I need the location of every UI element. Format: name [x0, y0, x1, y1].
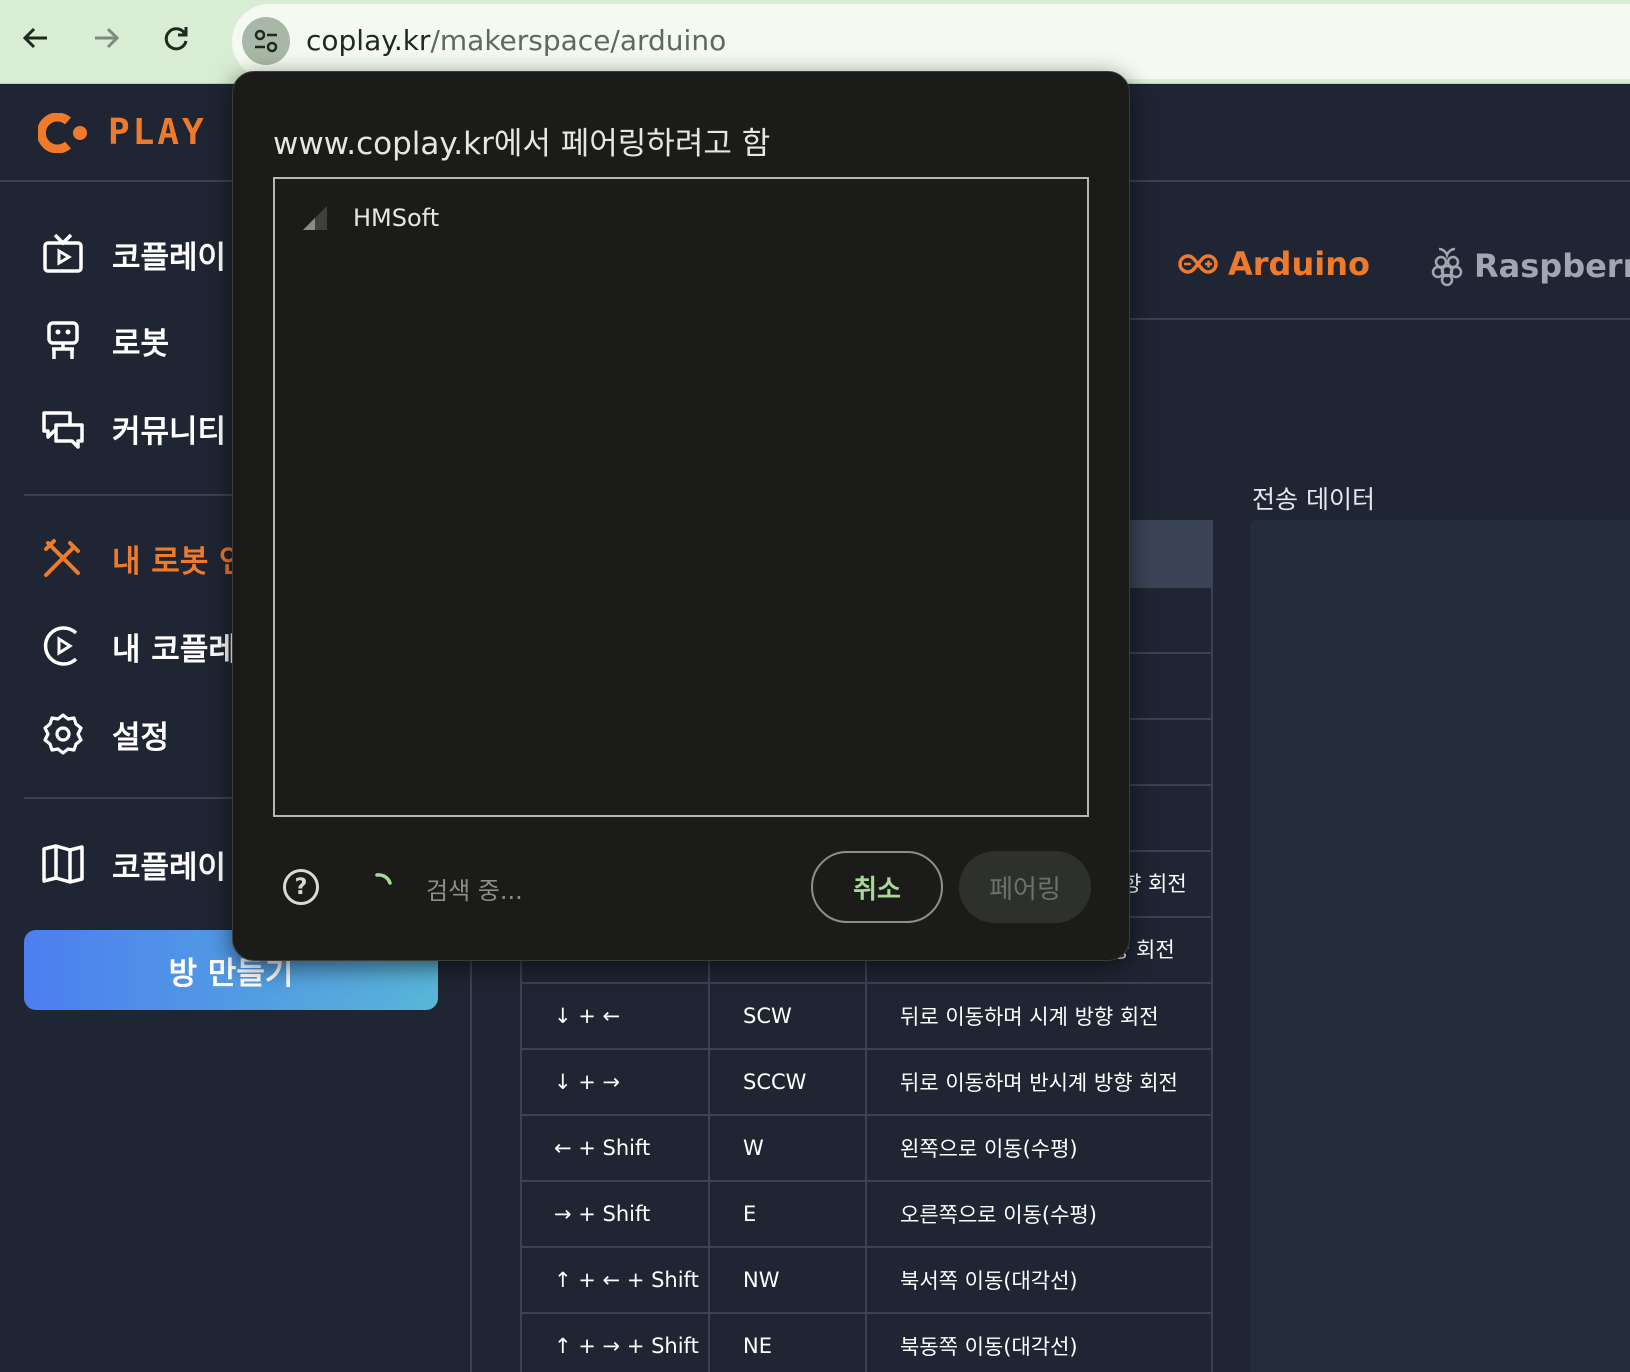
table-row: [1128, 718, 1213, 784]
table-cell-key: ↑ + → + Shift: [554, 1334, 699, 1358]
table-cell-desc: 북동쪽 이동(대각선): [900, 1335, 1078, 1359]
dialog-title: www.coplay.kr에서 페어링하려고 함: [273, 126, 771, 162]
tab-label: Arduino: [1228, 245, 1370, 283]
table-cell-code: NE: [743, 1334, 772, 1358]
tab-label: Raspberry: [1474, 247, 1630, 285]
back-button[interactable]: [12, 14, 60, 62]
table-cell-desc: 향 회전: [1122, 872, 1187, 896]
tv-icon: [43, 233, 83, 273]
table-row: ↑ + ← + Shift NW 북서쪽 이동(대각선): [520, 1246, 1213, 1312]
forward-button[interactable]: [82, 14, 130, 62]
sidebar-item-label: 로봇: [112, 325, 170, 362]
sidebar-item-robot[interactable]: 로봇: [40, 310, 169, 370]
table-row: [1128, 784, 1213, 850]
sidebar-item-label: 코플레이: [112, 849, 227, 886]
device-list[interactable]: HMSoft: [273, 177, 1089, 817]
url-host: coplay.kr: [306, 24, 431, 57]
url-text[interactable]: coplay.kr/makerspace/arduino: [306, 24, 726, 57]
reload-button[interactable]: [152, 14, 200, 62]
infinity-icon: [1178, 254, 1218, 274]
sidebar-item-label: 커뮤니티: [112, 413, 227, 450]
sidebar-item-label: 내 코플레: [112, 631, 237, 668]
table-row: → + Shift E 오른쪽으로 이동(수평): [520, 1180, 1213, 1246]
cancel-button[interactable]: 취소: [811, 851, 943, 923]
logo[interactable]: PLAY: [38, 112, 207, 153]
table-cell-desc: 왼쪽으로 이동(수평): [900, 1137, 1078, 1161]
sidebar-item-my-robot[interactable]: 내 로봇 연: [40, 528, 248, 588]
table-cell-code: SCW: [743, 1004, 792, 1028]
table-cell-code: W: [743, 1136, 764, 1160]
device-name: HMSoft: [353, 204, 440, 232]
book-icon: [42, 844, 84, 884]
table-row: [1128, 586, 1213, 652]
table-row: [1128, 652, 1213, 718]
table-cell-desc: 뒤로 이동하며 시계 방향 회전: [900, 1005, 1159, 1029]
table-cell-code: NW: [743, 1268, 780, 1292]
table-row: ↓ + ← SCW 뒤로 이동하며 시계 방향 회전: [520, 982, 1213, 1048]
table-cell-code: SCCW: [743, 1070, 807, 1094]
tune-icon: [254, 29, 278, 53]
arrow-right-icon: [95, 27, 120, 49]
table-cell-desc: 뒤로 이동하며 반시계 방향 회전: [900, 1071, 1178, 1095]
table-cell-key: ↑ + ← + Shift: [554, 1268, 699, 1292]
signal-strength-icon: [303, 206, 327, 230]
sidebar-item-label: 내 로봇 연: [112, 543, 248, 580]
arrow-left-icon: [22, 27, 47, 49]
sidebar-item-guide[interactable]: 코플레이: [40, 834, 226, 894]
send-data-label: 전송 데이터: [1252, 485, 1375, 514]
coplay-circle-icon: [43, 626, 78, 666]
send-data-panel[interactable]: [1250, 520, 1630, 1372]
address-bar[interactable]: coplay.kr/makerspace/arduino: [232, 4, 1630, 79]
table-cell-key: → + Shift: [554, 1202, 651, 1226]
reload-icon: [164, 27, 188, 51]
bluetooth-pairing-dialog: www.coplay.kr에서 페어링하려고 함 HMSoft ? 검색 중..…: [232, 71, 1130, 961]
tab-raspberry[interactable]: Raspberry: [1430, 245, 1630, 287]
table-cell-key: ↓ + ←: [554, 1004, 621, 1028]
robot-icon: [47, 321, 79, 359]
table-cell-desc: 오른쪽으로 이동(수평): [900, 1203, 1097, 1227]
logo-text: PLAY: [108, 112, 207, 153]
table-cell-code: E: [743, 1202, 757, 1226]
table-cell-key: ↓ + →: [554, 1070, 621, 1094]
sidebar-item-label: 코플레이: [112, 239, 227, 276]
table-cell-key: ← + Shift: [554, 1136, 651, 1160]
tabs-divider: [1128, 318, 1630, 320]
device-item-hmsoft[interactable]: HMSoft: [301, 201, 439, 235]
gear-icon: [43, 713, 83, 755]
table-header: [1128, 520, 1213, 586]
table-row: ← + Shift W 왼쪽으로 이동(수평): [520, 1114, 1213, 1180]
chat-icon: [42, 411, 84, 449]
table-row: ↑ + → + Shift NE 북동쪽 이동(대각선): [520, 1312, 1213, 1372]
logo-mark-icon: [38, 112, 87, 153]
sidebar-item-coplay[interactable]: 코플레이: [40, 224, 226, 284]
tab-arduino[interactable]: Arduino: [1178, 245, 1370, 283]
spinner-icon: [375, 873, 392, 885]
pair-button[interactable]: 페어링: [959, 851, 1091, 923]
raspberry-icon: [1431, 247, 1463, 287]
sidebar-item-label: 설정: [112, 719, 170, 756]
sidebar-item-community[interactable]: 커뮤니티: [40, 398, 226, 458]
url-path: /makerspace/arduino: [430, 24, 727, 57]
sidebar-item-my-coplay[interactable]: 내 코플레: [40, 616, 237, 676]
scan-status: 검색 중...: [426, 877, 523, 905]
table-row: ↓ + → SCCW 뒤로 이동하며 반시계 방향 회전: [520, 1048, 1213, 1114]
tools-icon: [44, 539, 80, 577]
table-cell-desc: 북서쪽 이동(대각선): [900, 1269, 1078, 1293]
site-info-button[interactable]: [242, 17, 290, 65]
sidebar-item-settings[interactable]: 설정: [40, 704, 169, 764]
help-button[interactable]: ?: [283, 869, 319, 905]
